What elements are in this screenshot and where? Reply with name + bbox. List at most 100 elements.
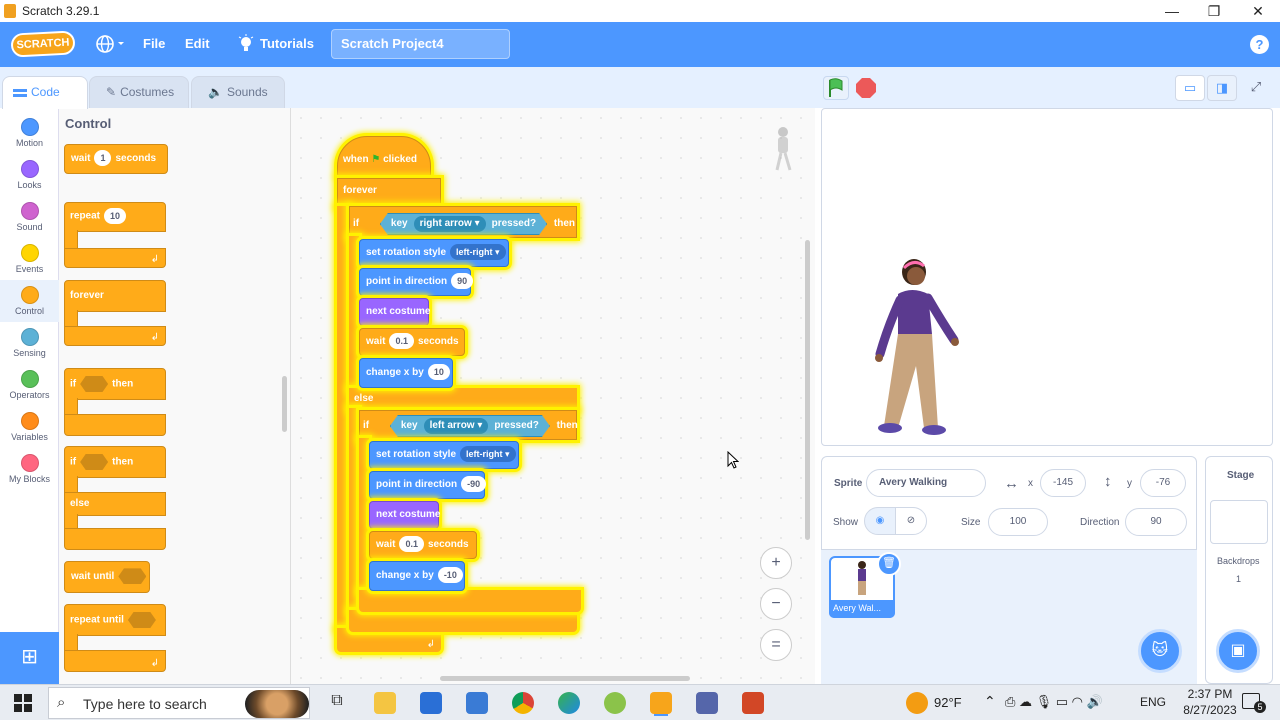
tab-code[interactable]: Code: [2, 76, 88, 109]
maximize-button[interactable]: ❐: [1192, 0, 1236, 22]
next-costume-block[interactable]: next costume: [359, 298, 430, 326]
condition-slot[interactable]: [80, 376, 109, 392]
clock-date[interactable]: 8/27/2023: [1174, 703, 1246, 717]
clock-time[interactable]: 2:37 PM: [1180, 687, 1240, 701]
task-view-icon[interactable]: ⧉: [326, 692, 348, 714]
set-rotation-style-block[interactable]: set rotation style left-right ▾: [359, 239, 509, 267]
category-sensing[interactable]: Sensing: [0, 322, 59, 364]
sprite-name-input[interactable]: Avery Walking: [866, 469, 986, 497]
category-my-blocks[interactable]: My Blocks: [0, 448, 59, 490]
scratch-logo[interactable]: SCRATCH: [10, 30, 76, 58]
category-motion[interactable]: Motion: [0, 112, 59, 154]
show-visible-button[interactable]: ◉: [864, 507, 896, 535]
workspace-horizontal-scrollbar[interactable]: [440, 676, 690, 681]
choose-sprite-button[interactable]: 🐱: [1138, 629, 1182, 673]
saturn-search-highlight-image: [245, 690, 309, 718]
change-x-input[interactable]: 10: [427, 364, 450, 381]
change-x-input[interactable]: -10: [437, 567, 463, 584]
point-in-direction-block[interactable]: point in direction -90: [369, 471, 487, 499]
zoom-in-button[interactable]: +: [760, 547, 792, 579]
tab-sounds[interactable]: 🔈 Sounds: [191, 76, 285, 109]
tutorials-menu[interactable]: Tutorials: [260, 36, 314, 51]
direction-input[interactable]: 90: [1125, 508, 1187, 536]
wait-block[interactable]: wait 0.1 seconds: [369, 531, 477, 559]
normal-stage-button[interactable]: ◨: [1207, 75, 1237, 101]
set-rotation-style-block[interactable]: set rotation style left-right ▾: [369, 441, 519, 469]
condition-slot[interactable]: [80, 454, 109, 470]
globe-icon[interactable]: [96, 34, 126, 57]
small-stage-button[interactable]: ▭: [1175, 75, 1205, 101]
palette-wait-block[interactable]: wait 1 seconds: [64, 144, 168, 174]
key-dropdown[interactable]: left arrow ▾: [424, 418, 489, 434]
rotation-style-dropdown[interactable]: left-right ▾: [450, 244, 506, 261]
green-flag-button[interactable]: [823, 76, 849, 100]
wait-input[interactable]: 1: [94, 150, 112, 167]
key-pressed-sensing-block[interactable]: key left arrow ▾ pressed?: [390, 415, 550, 437]
change-x-block[interactable]: change x by 10: [359, 358, 453, 388]
backdrop-thumbnail[interactable]: [1210, 500, 1268, 544]
direction-input[interactable]: 90: [451, 273, 474, 290]
repeat-arm: [64, 230, 78, 250]
add-extension-button[interactable]: ⊞: [0, 632, 59, 684]
wait-input[interactable]: 0.1: [389, 333, 414, 350]
close-button[interactable]: ✕: [1236, 0, 1280, 22]
tray-chevron-icon[interactable]: ⌃: [984, 693, 996, 710]
powerpoint-icon[interactable]: [742, 692, 764, 714]
zoom-reset-button[interactable]: =: [760, 629, 792, 661]
key-pressed-sensing-block[interactable]: key right arrow ▾ pressed?: [380, 213, 547, 235]
edge-icon[interactable]: [558, 692, 580, 714]
mail-icon[interactable]: [466, 692, 488, 714]
stop-button[interactable]: [856, 78, 876, 98]
fullscreen-button[interactable]: ⤢: [1241, 75, 1271, 101]
repeat-input[interactable]: 10: [104, 208, 127, 224]
condition-slot[interactable]: [118, 568, 147, 585]
chrome-icon[interactable]: [512, 692, 534, 714]
scratch-taskbar-icon[interactable]: [650, 692, 672, 714]
category-events[interactable]: Events: [0, 238, 59, 280]
tab-costumes[interactable]: ✎ Costumes: [89, 76, 189, 109]
key-dropdown[interactable]: right arrow ▾: [414, 216, 486, 232]
project-title-input[interactable]: Scratch Project4: [331, 29, 510, 59]
category-menu: Motion Looks Sound Events Control Sensin…: [0, 108, 59, 684]
y-position-input[interactable]: -76: [1140, 469, 1186, 497]
help-icon[interactable]: ?: [1250, 35, 1269, 54]
recorder-icon[interactable]: [696, 692, 718, 714]
lightbulb-icon: [238, 34, 254, 57]
tray-icons[interactable]: ⎙ ☁ 🎙 ▭ ◠ 🔊: [1005, 694, 1103, 710]
change-x-block[interactable]: change x by -10: [369, 561, 465, 591]
direction-input[interactable]: -90: [461, 476, 487, 493]
workspace-vertical-scrollbar[interactable]: [805, 240, 810, 540]
app-icon[interactable]: [604, 692, 626, 714]
minimize-button[interactable]: —: [1150, 0, 1194, 22]
palette-wait-until-block[interactable]: wait until: [64, 561, 150, 593]
sprite-avery-walking[interactable]: [862, 256, 962, 447]
sprite-ghost-icon: [770, 126, 796, 177]
category-variables[interactable]: Variables: [0, 406, 59, 448]
rotation-style-dropdown[interactable]: left-right ▾: [460, 446, 516, 463]
microsoft-store-icon[interactable]: [420, 692, 442, 714]
show-hidden-button[interactable]: ⊘: [895, 507, 927, 535]
condition-slot[interactable]: [127, 612, 156, 628]
x-position-input[interactable]: -145: [1040, 469, 1086, 497]
normal-stage-icon: ◨: [1215, 80, 1229, 95]
delete-sprite-button[interactable]: 🗑: [877, 552, 901, 576]
palette-scrollbar[interactable]: [282, 376, 287, 432]
windows-start-icon[interactable]: [14, 694, 32, 717]
loop-arrow-icon: ↲: [150, 332, 159, 343]
size-input[interactable]: 100: [988, 508, 1048, 536]
category-control[interactable]: Control: [0, 280, 59, 322]
file-menu[interactable]: File: [143, 36, 165, 51]
edit-menu[interactable]: Edit: [185, 36, 210, 51]
category-looks[interactable]: Looks: [0, 154, 59, 196]
zoom-out-button[interactable]: −: [760, 588, 792, 620]
wait-input[interactable]: 0.1: [399, 536, 424, 553]
choose-backdrop-button[interactable]: ▣: [1216, 629, 1260, 673]
taskbar-search-box[interactable]: ⌕ Type here to search: [48, 687, 310, 719]
category-sound[interactable]: Sound: [0, 196, 59, 238]
wait-block[interactable]: wait 0.1 seconds: [359, 328, 465, 356]
file-explorer-icon[interactable]: [374, 692, 396, 714]
input-language[interactable]: ENG: [1140, 695, 1166, 709]
next-costume-block[interactable]: next costume: [369, 501, 440, 529]
category-operators[interactable]: Operators: [0, 364, 59, 406]
point-in-direction-block[interactable]: point in direction 90: [359, 268, 474, 296]
